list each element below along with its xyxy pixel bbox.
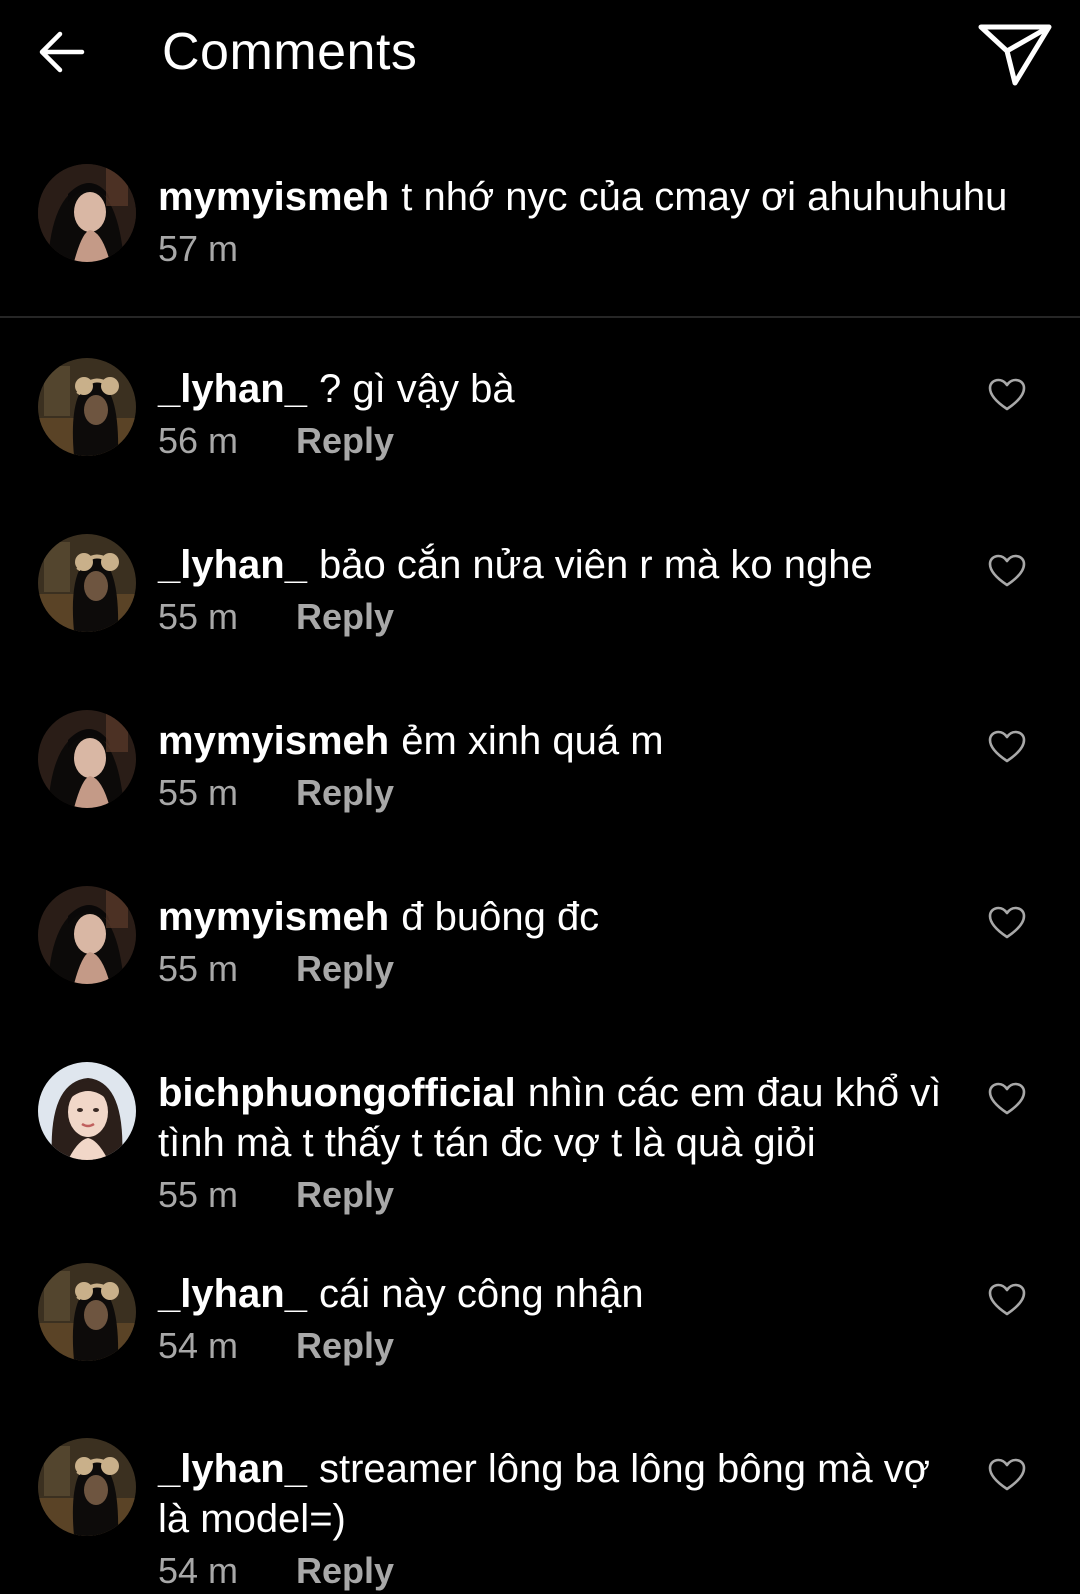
divider bbox=[0, 316, 1080, 318]
username[interactable]: _lyhan_ bbox=[158, 1447, 307, 1491]
heart-icon bbox=[988, 378, 1026, 411]
like-button[interactable] bbox=[988, 1458, 1026, 1492]
username[interactable]: mymyismeh bbox=[158, 175, 389, 219]
reply-button[interactable]: Reply bbox=[296, 770, 394, 816]
like-button[interactable] bbox=[988, 730, 1026, 764]
username[interactable]: _lyhan_ bbox=[158, 367, 307, 411]
heart-icon bbox=[988, 1458, 1026, 1491]
timestamp: 55 m bbox=[158, 772, 239, 813]
reply-button[interactable]: Reply bbox=[296, 1548, 394, 1594]
like-button[interactable] bbox=[988, 1283, 1026, 1317]
reply-button[interactable]: Reply bbox=[296, 946, 394, 992]
timestamp: 57 m bbox=[158, 228, 239, 269]
like-button[interactable] bbox=[988, 906, 1026, 940]
timestamp: 54 m bbox=[158, 1550, 239, 1591]
share-button[interactable] bbox=[970, 14, 1060, 94]
post-caption: mymyismeh t nhớ nyc của cmay ơi ahuhuhuhu… bbox=[0, 150, 1080, 318]
username[interactable]: mymyismeh bbox=[158, 719, 389, 763]
heart-icon bbox=[988, 1283, 1026, 1316]
timestamp: 56 m bbox=[158, 420, 239, 461]
username[interactable]: bichphuongofficial bbox=[158, 1071, 516, 1115]
like-button[interactable] bbox=[988, 554, 1026, 588]
avatar[interactable] bbox=[38, 710, 136, 808]
caption-text: t nhớ nyc của cmay ơi ahuhuhuhu bbox=[401, 175, 1008, 219]
timestamp: 54 m bbox=[158, 1325, 239, 1366]
username[interactable]: _lyhan_ bbox=[158, 1272, 307, 1316]
paper-plane-icon bbox=[978, 24, 1052, 86]
avatar[interactable] bbox=[38, 886, 136, 984]
username[interactable]: _lyhan_ bbox=[158, 543, 307, 587]
avatar[interactable] bbox=[38, 1438, 136, 1536]
comment-text: cái này công nhận bbox=[318, 1272, 644, 1316]
timestamp: 55 m bbox=[158, 596, 239, 637]
top-bar: Comments bbox=[0, 0, 1080, 108]
avatar[interactable] bbox=[38, 164, 136, 262]
arrow-left-icon bbox=[39, 31, 85, 73]
like-button[interactable] bbox=[988, 378, 1026, 412]
timestamp: 55 m bbox=[158, 1174, 239, 1215]
comment-text: ẻm xinh quá m bbox=[401, 719, 664, 763]
like-button[interactable] bbox=[988, 1082, 1026, 1116]
comment-text: đ buông đc bbox=[401, 895, 600, 939]
reply-button[interactable]: Reply bbox=[296, 1172, 394, 1218]
heart-icon bbox=[988, 554, 1026, 587]
reply-button[interactable]: Reply bbox=[296, 418, 394, 464]
heart-icon bbox=[988, 906, 1026, 939]
back-button[interactable] bbox=[30, 22, 94, 82]
reply-button[interactable]: Reply bbox=[296, 1323, 394, 1369]
avatar[interactable] bbox=[38, 1263, 136, 1361]
heart-icon bbox=[988, 1082, 1026, 1115]
comment-text: ? gì vậy bà bbox=[318, 367, 515, 411]
avatar[interactable] bbox=[38, 358, 136, 456]
heart-icon bbox=[988, 730, 1026, 763]
page-title: Comments bbox=[162, 23, 418, 81]
avatar[interactable] bbox=[38, 1062, 136, 1160]
timestamp: 55 m bbox=[158, 948, 239, 989]
comment-text: bảo cắn nửa viên r mà ko nghe bbox=[318, 543, 873, 587]
avatar[interactable] bbox=[38, 534, 136, 632]
username[interactable]: mymyismeh bbox=[158, 895, 389, 939]
reply-button[interactable]: Reply bbox=[296, 594, 394, 640]
